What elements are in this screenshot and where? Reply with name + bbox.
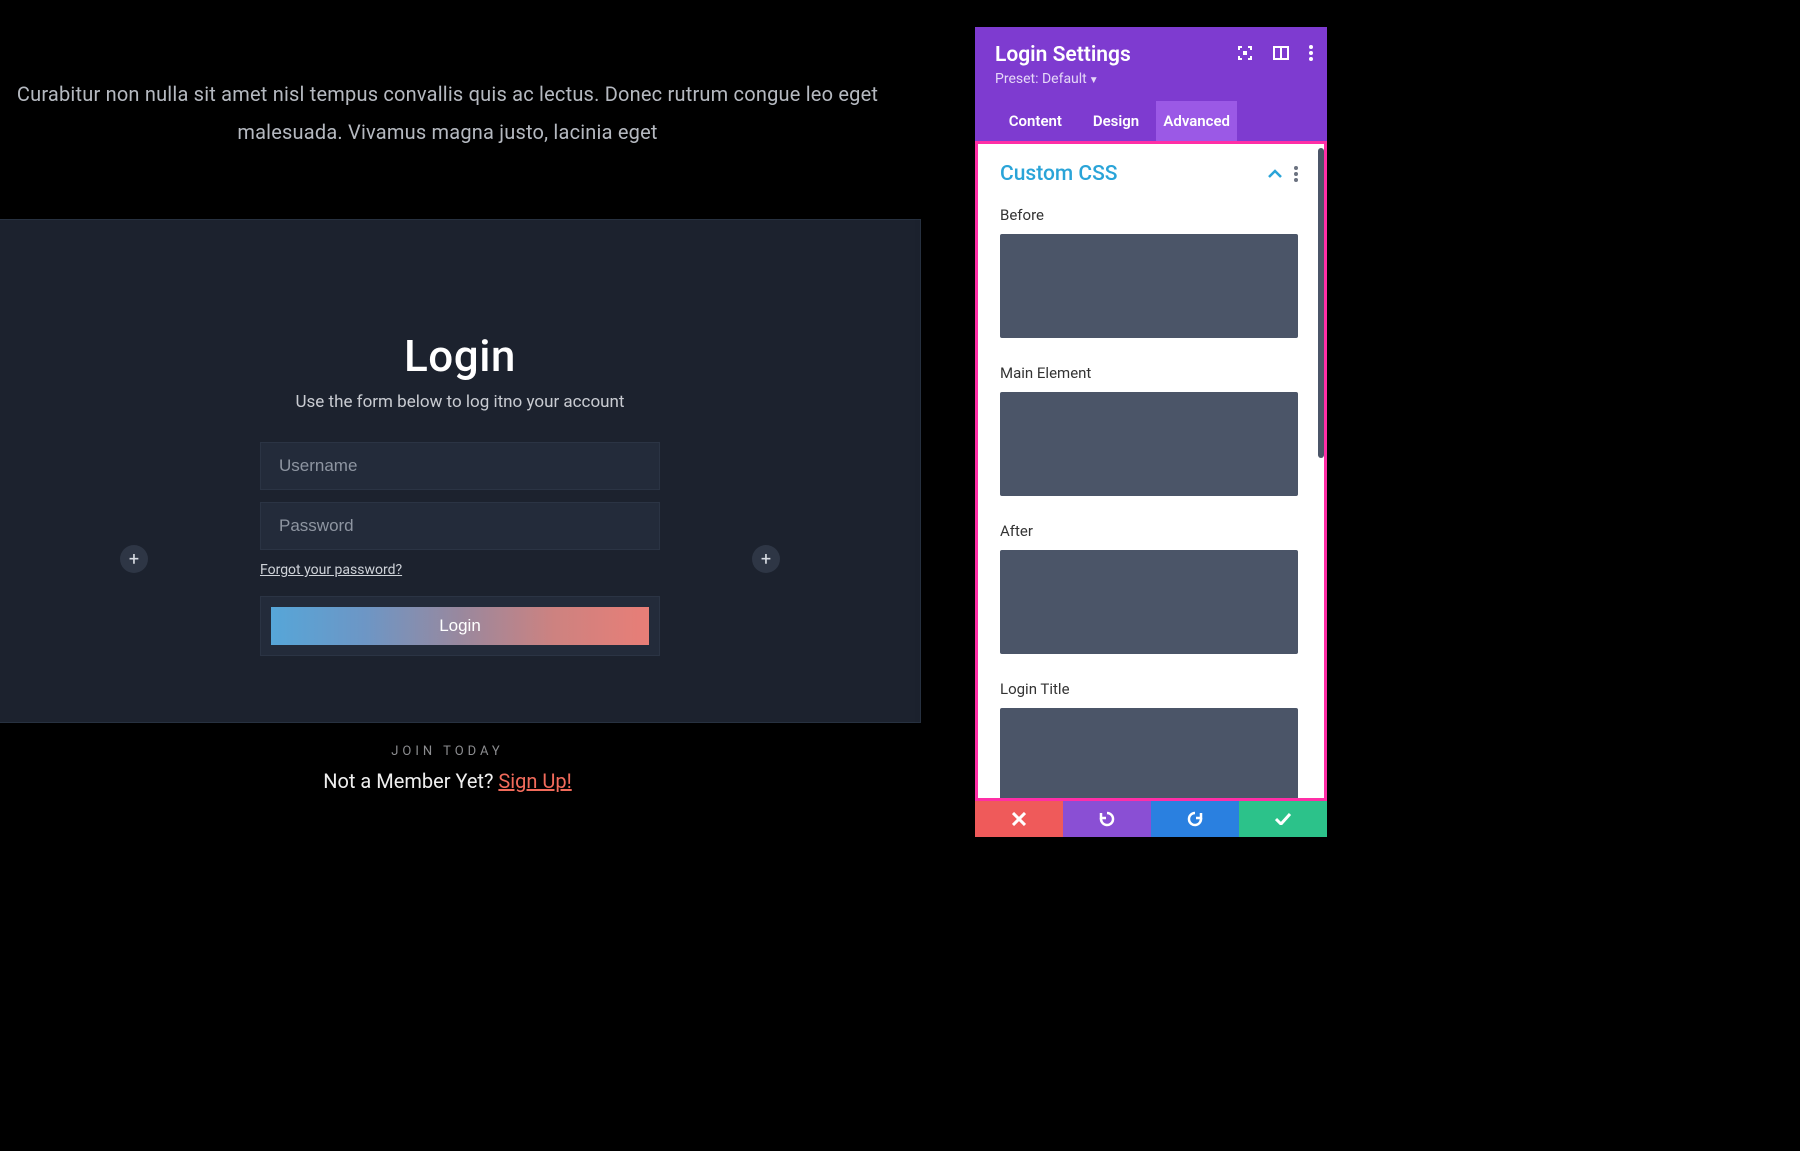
tab-advanced[interactable]: Advanced [1156,101,1237,141]
redo-button[interactable] [1151,801,1239,837]
tab-content[interactable]: Content [995,101,1076,141]
css-label-main-element: Main Element [1000,364,1298,382]
css-label-login-title: Login Title [1000,680,1298,698]
more-vertical-icon[interactable] [1294,166,1298,182]
username-input[interactable] [260,442,660,490]
settings-panel: Login Settings Preset: Default▼ Content … [975,27,1327,837]
preset-label: Preset: Default [995,71,1087,87]
panel-body: Custom CSS Before Main Eleme [978,144,1318,798]
login-module: + + Login Use the form below to log itno… [0,220,920,722]
password-input[interactable] [260,502,660,550]
css-label-after: After [1000,522,1298,540]
panel-header: Login Settings Preset: Default▼ Content … [975,27,1327,141]
chevron-down-icon: ▼ [1089,75,1099,86]
forgot-password-link[interactable]: Forgot your password? [260,562,660,578]
section-title-custom-css[interactable]: Custom CSS [1000,162,1118,186]
more-vertical-icon[interactable] [1309,45,1313,61]
save-button[interactable] [1239,801,1327,837]
css-input-main-element[interactable] [1000,392,1298,496]
panel-scrollbar[interactable] [1318,144,1324,798]
add-element-left-button[interactable]: + [120,545,148,573]
tab-design[interactable]: Design [1076,101,1157,141]
login-heading: Login [260,330,660,382]
focus-icon[interactable] [1237,45,1253,61]
css-label-before: Before [1000,206,1298,224]
add-element-right-button[interactable]: + [752,545,780,573]
login-submit-button[interactable]: Login [271,607,649,645]
close-icon [1012,812,1026,826]
not-member-prefix: Not a Member Yet? [323,769,498,793]
preset-selector[interactable]: Preset: Default▼ [995,71,1307,87]
signup-link[interactable]: Sign Up! [498,769,571,793]
css-input-login-title[interactable] [1000,708,1298,798]
cancel-button[interactable] [975,801,1063,837]
undo-icon [1098,810,1116,828]
columns-icon[interactable] [1273,45,1289,61]
undo-button[interactable] [1063,801,1151,837]
panel-tabs: Content Design Advanced [995,101,1307,141]
css-input-before[interactable] [1000,234,1298,338]
join-today-label: Join Today [0,744,895,759]
redo-icon [1186,810,1204,828]
login-button-wrap: Login [260,596,660,656]
not-member-text: Not a Member Yet? Sign Up! [0,769,895,793]
hero-text: Curabitur non nulla sit amet nisl tempus… [0,75,895,151]
chevron-up-icon[interactable] [1268,169,1282,179]
check-icon [1275,813,1291,825]
panel-footer [975,801,1327,837]
css-input-after[interactable] [1000,550,1298,654]
login-subtext: Use the form below to log itno your acco… [260,392,660,412]
